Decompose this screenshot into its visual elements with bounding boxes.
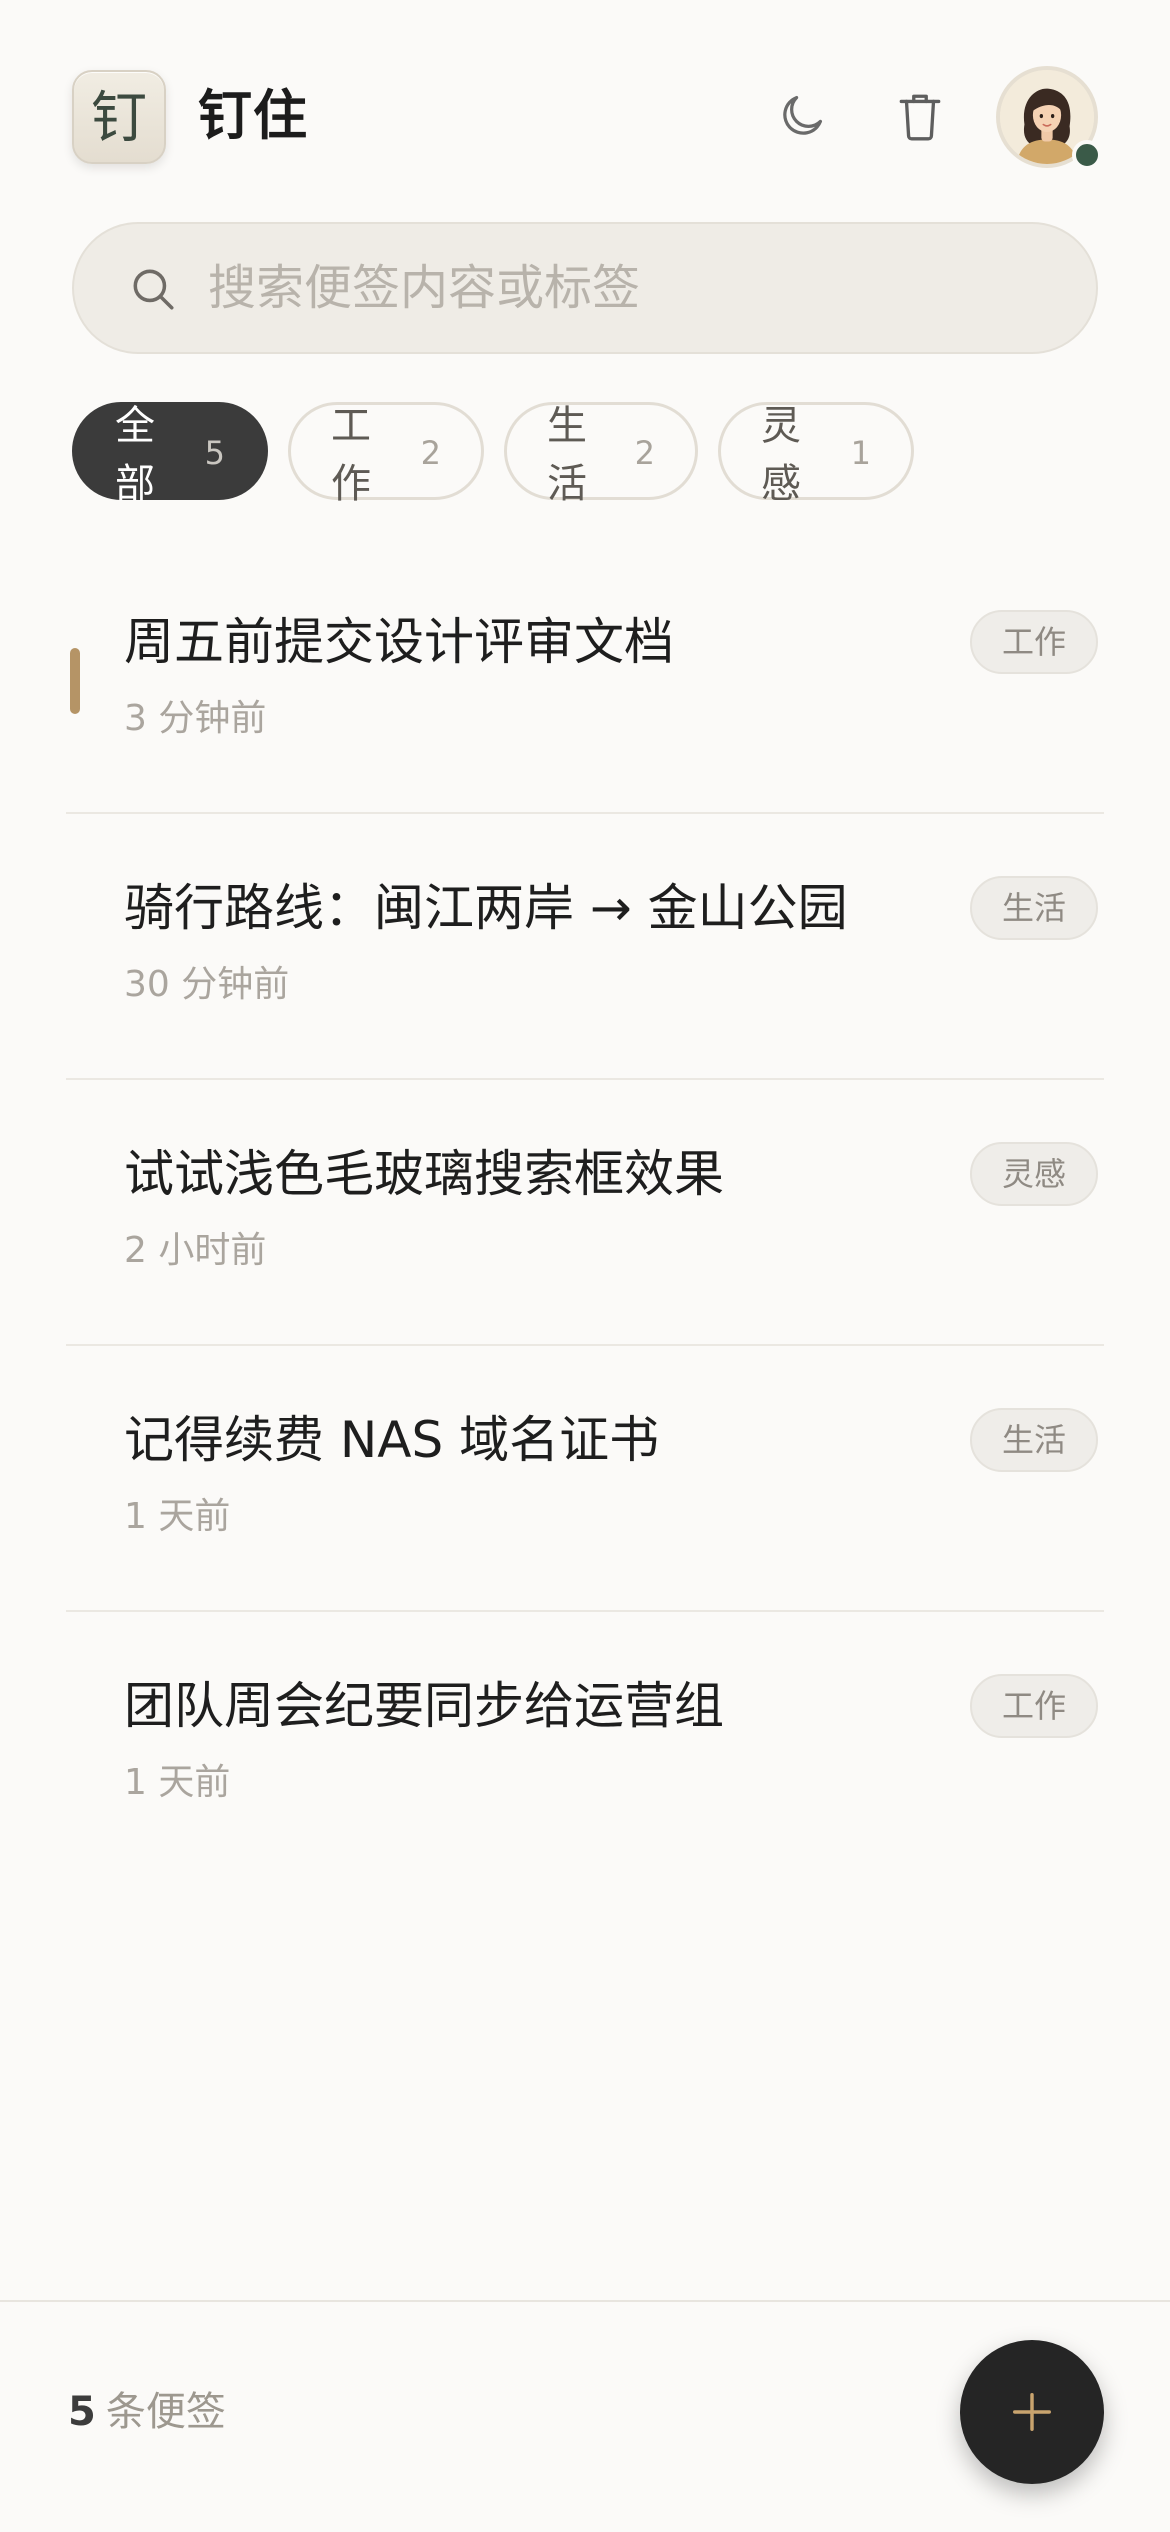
- app-logo: 钉: [72, 70, 166, 164]
- search-bar[interactable]: [72, 222, 1098, 354]
- note-item[interactable]: 团队周会纪要同步给运营组 1 天前 工作: [0, 1612, 1170, 1878]
- note-item[interactable]: 周五前提交设计评审文档 3 分钟前 工作: [0, 548, 1170, 814]
- chip-label: 全部: [115, 403, 155, 507]
- note-timestamp: 2 小时前: [124, 1230, 267, 1271]
- note-title: 记得续费 NAS 域名证书: [124, 1411, 660, 1469]
- chip-count: 1: [850, 434, 871, 472]
- user-avatar-button[interactable]: [996, 66, 1102, 170]
- note-item[interactable]: 记得续费 NAS 域名证书 1 天前 生活: [0, 1346, 1170, 1612]
- trash-button[interactable]: [888, 84, 952, 148]
- note-count: 5 条便签: [68, 2384, 226, 2440]
- note-item[interactable]: 骑行路线：闽江两岸 → 金山公园 30 分钟前 生活: [0, 814, 1170, 1080]
- filter-chip-all[interactable]: 全部 5: [72, 402, 268, 507]
- note-timestamp: 1 天前: [124, 1496, 231, 1537]
- add-note-button[interactable]: [960, 2340, 1104, 2484]
- note-tag: 生活: [969, 1408, 1098, 1472]
- chip-count: 2: [420, 434, 441, 472]
- chip-label: 生活: [547, 403, 587, 507]
- chip-label: 灵感: [761, 403, 801, 507]
- note-tag: 工作: [969, 1674, 1098, 1738]
- footer-divider: [0, 2300, 1170, 2302]
- pinned-indicator: [70, 648, 80, 714]
- dark-mode-button[interactable]: [770, 84, 834, 148]
- note-item[interactable]: 试试浅色毛玻璃搜索框效果 2 小时前 灵感: [0, 1080, 1170, 1346]
- note-title: 周五前提交设计评审文档: [124, 613, 674, 671]
- filter-chips: 全部 5 工作 2 生活 2 灵感 1: [72, 402, 914, 507]
- notes-list: 周五前提交设计评审文档 3 分钟前 工作 骑行路线：闽江两岸 → 金山公园 30…: [0, 548, 1170, 1878]
- online-status-dot: [1072, 140, 1102, 170]
- filter-chip-work[interactable]: 工作 2: [288, 402, 484, 507]
- search-icon: [133, 269, 174, 310]
- note-tag: 工作: [969, 610, 1098, 674]
- filter-chip-inspiration[interactable]: 灵感 1: [718, 402, 914, 507]
- note-timestamp: 1 天前: [124, 1762, 231, 1803]
- note-tag: 灵感: [969, 1142, 1098, 1206]
- plus-icon: [1013, 2393, 1051, 2431]
- trash-icon: [899, 94, 941, 141]
- note-count-number: 5: [68, 2389, 96, 2435]
- app-title: 钉住: [198, 84, 308, 147]
- note-count-label: 条便签: [105, 2389, 226, 2435]
- chip-label: 工作: [331, 403, 371, 507]
- note-title: 试试浅色毛玻璃搜索框效果: [124, 1145, 724, 1203]
- note-title: 团队周会纪要同步给运营组: [124, 1677, 724, 1735]
- note-title: 骑行路线：闽江两岸 → 金山公园: [124, 879, 848, 937]
- search-input[interactable]: [208, 254, 1068, 322]
- note-tag: 生活: [969, 876, 1098, 940]
- moon-icon: [783, 95, 823, 135]
- filter-chip-life[interactable]: 生活 2: [504, 402, 698, 507]
- chip-count: 2: [634, 434, 655, 472]
- chip-count: 5: [204, 434, 225, 472]
- note-timestamp: 3 分钟前: [124, 698, 267, 739]
- note-timestamp: 30 分钟前: [124, 964, 290, 1005]
- app-logo-glyph: 钉: [91, 86, 147, 151]
